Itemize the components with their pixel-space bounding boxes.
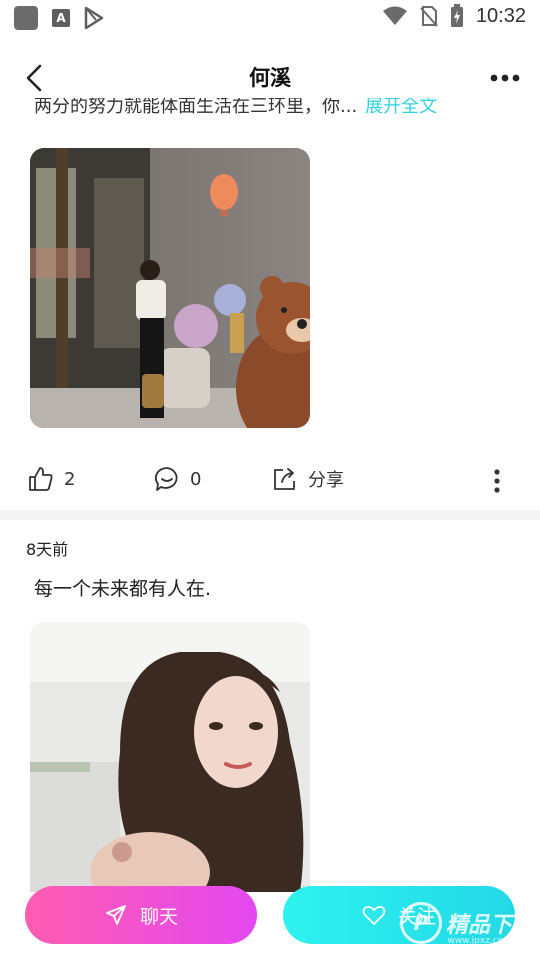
- post-text: 两分的努力就能体面生活在三环里，你...: [34, 98, 358, 117]
- chat-label: 聊天: [139, 905, 178, 928]
- status-left: A: [14, 6, 104, 30]
- post-text-2: 每一个未来都有人在.: [34, 578, 212, 600]
- photo-woman-with-bear: [30, 148, 310, 428]
- like-count: 2: [64, 468, 76, 490]
- photo-woman-selfie: [30, 622, 310, 892]
- post-actions: 2 0 分享: [0, 460, 540, 500]
- clock: 10:32: [475, 4, 526, 27]
- comment-button[interactable]: 0: [154, 466, 201, 492]
- post-timestamp: 8天前: [26, 540, 69, 559]
- battery-charging-icon: [450, 4, 463, 27]
- share-label: 分享: [308, 470, 344, 491]
- share-icon: [274, 468, 295, 490]
- more-vertical-icon[interactable]: [492, 468, 502, 494]
- font-a-icon: A: [52, 9, 70, 27]
- watermark-brand: 精品下载: [445, 913, 534, 938]
- expand-full-text-link[interactable]: 展开全文: [365, 98, 437, 117]
- post-photo-2[interactable]: [30, 622, 310, 892]
- no-sim-icon: [420, 6, 438, 27]
- wifi-icon: [382, 6, 407, 25]
- chat-button[interactable]: 聊天: [25, 886, 257, 944]
- like-button[interactable]: 2: [28, 466, 75, 492]
- comment-count: 0: [190, 468, 202, 490]
- more-horizontal-icon[interactable]: [490, 66, 520, 90]
- app-square-icon: [14, 6, 38, 30]
- thumbs-up-icon: [29, 467, 53, 491]
- heart-icon: [362, 905, 386, 925]
- share-button[interactable]: 分享: [272, 466, 344, 492]
- watermark-url: www.jpxz.com: [447, 936, 512, 946]
- status-bar: A 10:32: [0, 0, 540, 36]
- post-text-truncated: 两分的努力就能体面生活在三环里，你... 展开全文: [0, 98, 540, 122]
- status-right: 10:32: [382, 4, 526, 28]
- send-icon: [106, 905, 126, 925]
- watermark-logo-icon: P: [399, 902, 442, 944]
- section-divider: [0, 510, 540, 520]
- comment-bubble-icon: [154, 467, 178, 491]
- play-store-icon: [84, 7, 104, 29]
- post-photo-1[interactable]: [30, 148, 310, 428]
- page-title: 何溪: [249, 66, 291, 90]
